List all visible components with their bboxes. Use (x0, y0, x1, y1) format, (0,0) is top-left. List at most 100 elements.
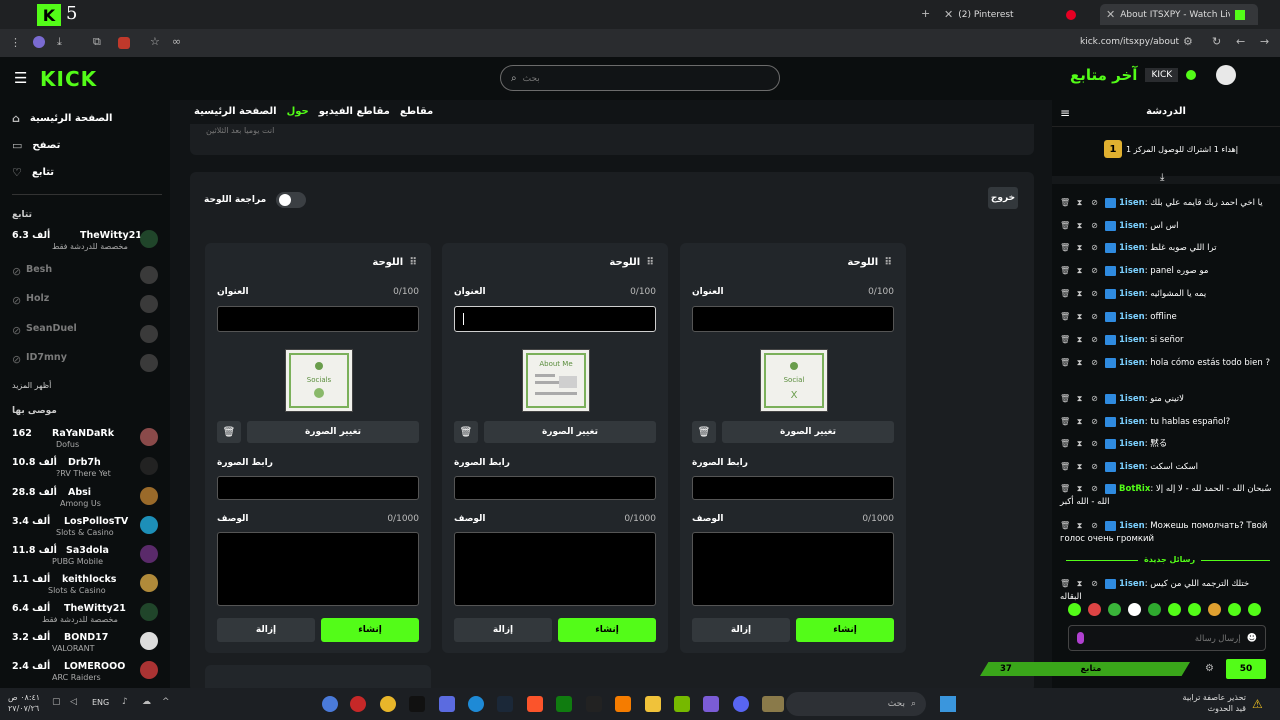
recommended-channel[interactable]: 162 RaYaNDaRk Dofus (12, 426, 162, 452)
tab-about[interactable]: حول (287, 106, 309, 117)
record-icon[interactable] (118, 37, 130, 49)
emote-icon[interactable] (1228, 603, 1241, 616)
drag-handle-icon[interactable]: ⠿ (409, 257, 417, 268)
description-textarea[interactable] (454, 532, 656, 606)
review-toggle[interactable] (276, 192, 307, 208)
chat-username[interactable]: 1isen (1119, 521, 1145, 531)
chrome-icon[interactable] (380, 696, 396, 712)
chat-username[interactable]: 1isen (1119, 335, 1145, 345)
ban-icon[interactable]: ⊘ (1090, 392, 1099, 405)
change-image-button[interactable]: تغيير الصورة (722, 421, 894, 443)
change-image-button[interactable]: تغيير الصورة (484, 421, 656, 443)
steam-icon[interactable] (497, 696, 513, 712)
chat-username[interactable]: 1isen (1119, 579, 1145, 589)
ban-icon[interactable]: ⊘ (1090, 196, 1099, 209)
exit-button[interactable]: خروج (988, 187, 1018, 209)
recommended-channel[interactable]: 1.1 ألف keithlocks Slots & Casino (12, 572, 162, 598)
clock[interactable]: ٠٨:٤١ ص ٢٧/٠٧/٢٦ (8, 692, 40, 714)
volume-icon[interactable]: ◁ (70, 697, 77, 707)
ban-icon[interactable]: ⊘ (1090, 482, 1099, 495)
taskbar-app-icon[interactable] (350, 696, 366, 712)
following-channel[interactable]: 6.3 ألف TheWitty21 مخصصة للدردشة فقط (12, 228, 162, 254)
offline-channel[interactable]: ⊘ ID7mny (12, 352, 162, 378)
chat-username[interactable]: 1isen (1119, 289, 1145, 299)
recommended-channel[interactable]: 6.4 ألف TheWitty21 مخصصة للدردشة فقط (12, 601, 162, 627)
offline-channel[interactable]: ⊘ SeanDuel (12, 323, 162, 349)
description-textarea[interactable] (692, 532, 894, 606)
drag-handle-icon[interactable]: ⠿ (884, 257, 892, 268)
delete-icon[interactable]: 🗑 (1060, 219, 1070, 232)
chat-username[interactable]: 1isen (1119, 394, 1145, 404)
delete-icon[interactable]: 🗑 (1060, 264, 1070, 277)
emote-icon[interactable] (1088, 603, 1101, 616)
create-button[interactable]: إنشاء (558, 618, 656, 642)
timeout-icon[interactable]: ⧗ (1075, 310, 1084, 323)
goal-target[interactable]: 50 (1226, 659, 1266, 679)
reload-icon[interactable]: ↻ (1212, 35, 1221, 48)
emote-icon[interactable] (1188, 603, 1201, 616)
mic-tray-icon[interactable]: ♪ (122, 697, 128, 707)
ban-icon[interactable]: ⊘ (1090, 577, 1099, 590)
delete-icon[interactable]: 🗑 (1060, 356, 1070, 369)
timeout-icon[interactable]: ⧗ (1075, 415, 1084, 428)
emote-icon[interactable] (1208, 603, 1221, 616)
timeout-icon[interactable]: ⧗ (1075, 460, 1084, 473)
recommended-channel[interactable]: 3.2 ألف BOND17 VALORANT (12, 630, 162, 656)
reader-icon[interactable]: ∞ (172, 35, 181, 48)
chat-username[interactable]: 1isen (1119, 243, 1145, 253)
tray-chevron-icon[interactable]: ^ (162, 697, 170, 707)
user-avatar[interactable] (1216, 65, 1237, 85)
recommended-channel[interactable]: 3.4 ألف LosPollosTV Slots & Casino (12, 514, 162, 540)
timeout-icon[interactable]: ⧗ (1075, 264, 1084, 277)
menu-dots-icon[interactable]: ⋮ (10, 36, 21, 49)
chat-username[interactable]: 1isen (1119, 358, 1145, 368)
nav-browse[interactable]: ▭ تصفح (12, 139, 60, 152)
delete-icon[interactable]: 🗑 (1060, 287, 1070, 300)
epic-icon[interactable] (586, 696, 602, 712)
delete-icon[interactable]: 🗑 (1060, 460, 1070, 473)
forward-icon[interactable]: ← (1236, 35, 1245, 48)
chat-input-box[interactable]: ☻ (1068, 625, 1266, 651)
emote-icon[interactable] (1108, 603, 1121, 616)
nvidia-icon[interactable] (674, 696, 690, 712)
store-icon[interactable] (439, 696, 455, 712)
timeout-icon[interactable]: ⧗ (1075, 241, 1084, 254)
recommended-channel[interactable]: 11.8 ألف Sa3dola PUBG Mobile (12, 543, 162, 569)
close-icon[interactable]: ✕ (1106, 8, 1115, 21)
delete-icon[interactable]: 🗑 (1060, 577, 1070, 590)
search-bar[interactable]: ⌕ (500, 65, 780, 91)
tab-videos[interactable]: مقاطع الفيديو (319, 106, 390, 117)
kick-logo[interactable]: KICK (40, 67, 97, 91)
remove-button[interactable]: إزالة (217, 618, 315, 642)
chat-username[interactable]: 1isen (1119, 221, 1145, 231)
delete-icon[interactable]: 🗑 (1060, 415, 1070, 428)
show-more-link[interactable]: أظهر المزيد (12, 381, 51, 390)
image-link-input[interactable] (454, 476, 656, 500)
ban-icon[interactable]: ⊘ (1090, 437, 1099, 450)
language-indicator[interactable]: ENG (92, 698, 109, 707)
extensions-icon[interactable]: ⧉ (93, 35, 101, 49)
star-icon[interactable]: ☆ (150, 35, 160, 48)
emote-icon[interactable] (1068, 603, 1081, 616)
weather-widget[interactable]: تحذير عاصفة ترابية قيد الحدوث (1180, 692, 1246, 714)
recommended-channel[interactable]: 28.8 ألف Absi Among Us (12, 485, 162, 511)
create-button[interactable]: إنشاء (796, 618, 894, 642)
delete-icon[interactable]: 🗑 (1060, 482, 1070, 495)
image-link-input[interactable] (217, 476, 419, 500)
chat-username[interactable]: 1isen (1119, 198, 1145, 208)
taskbar-search[interactable]: بحث ⌕ (786, 692, 926, 716)
recommended-channel[interactable]: 10.8 ألف Drb7h ?RV There Yet (12, 455, 162, 481)
settings-icon[interactable]: ⚙ (1205, 663, 1214, 674)
ban-icon[interactable]: ⊘ (1090, 287, 1099, 300)
timeout-icon[interactable]: ⧗ (1075, 219, 1084, 232)
timeout-icon[interactable]: ⧗ (1075, 577, 1084, 590)
tab-home[interactable]: الصفحة الرئيسية (194, 106, 277, 117)
profile-icon[interactable] (33, 36, 45, 48)
back-icon[interactable]: → (1260, 35, 1269, 48)
ban-icon[interactable]: ⊘ (1090, 241, 1099, 254)
network-icon[interactable]: ☁ (142, 697, 151, 707)
chat-username[interactable]: 1isen (1119, 462, 1145, 472)
delete-image-button[interactable]: 🗑 (454, 421, 478, 443)
offline-channel[interactable]: ⊘ Besh (12, 264, 162, 290)
chat-username[interactable]: 1isen (1119, 439, 1145, 449)
